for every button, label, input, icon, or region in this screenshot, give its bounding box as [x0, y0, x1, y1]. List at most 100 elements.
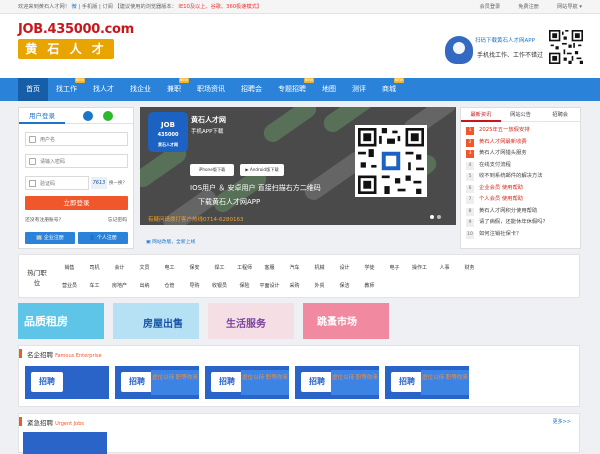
nav-item[interactable]: 招聘会 — [233, 78, 270, 101]
personal-register-button[interactable]: 👤 个人注册 — [78, 232, 128, 244]
username-input[interactable] — [40, 134, 120, 145]
job-category-link[interactable]: 汽车 — [282, 264, 307, 271]
job-category-link[interactable]: 营业员 — [57, 282, 82, 289]
job-category-link[interactable]: 保安 — [182, 264, 207, 271]
news-title: 2025年五一放假安排 — [479, 127, 530, 133]
nav-item[interactable]: 找人才 — [85, 78, 122, 101]
app-download-ad[interactable]: 扫码下载黄石人才网APP 手机找工作、工作不错过 — [445, 28, 585, 68]
job-category-link[interactable]: 导购 — [182, 282, 207, 289]
more-link[interactable]: 更多>> — [553, 418, 571, 425]
free-register-link[interactable]: 免费注册 — [518, 3, 539, 10]
news-item[interactable]: 4 在线支付流程 — [466, 160, 575, 172]
job-category-link[interactable]: 设计 — [332, 264, 357, 271]
site-logo[interactable]: JOB.435000.com 黄 石 人 才 网 — [18, 22, 134, 76]
password-input[interactable] — [40, 156, 120, 167]
job-category-link[interactable]: 工程师 — [232, 264, 257, 271]
job-category-link[interactable]: 文员 — [132, 264, 157, 271]
job-category-link[interactable]: 财务 — [457, 264, 482, 271]
ad-life-service[interactable]: 生活服务 — [208, 303, 294, 339]
job-category-link[interactable]: 操作工 — [407, 264, 432, 271]
nav-item[interactable]: 测评 — [344, 78, 374, 101]
enterprise-banner[interactable]: 招聘 虚位以待 职等你来 — [385, 366, 469, 399]
job-category-link[interactable]: 焊工 — [207, 264, 232, 271]
job-category-link[interactable]: 仓管 — [157, 282, 182, 289]
nav-item[interactable]: 专题招聘 NEW — [270, 78, 314, 101]
enterprise-banner[interactable]: 招聘 虚位以待 职等你来 — [205, 366, 289, 399]
news-item[interactable]: 10 如何注销社保卡？ — [466, 229, 575, 241]
carousel-dot[interactable] — [430, 215, 434, 219]
android-download-button[interactable]: ▶ Android版下载 — [240, 164, 284, 176]
news-item[interactable]: 7 个人会员 使用帮助 — [466, 194, 575, 206]
news-item[interactable]: 3 黄石人才网猎头服务 — [466, 148, 575, 160]
job-category-link[interactable]: 司机 — [82, 264, 107, 271]
job-category-link[interactable]: 电工 — [157, 264, 182, 271]
carousel-dots[interactable] — [430, 215, 441, 219]
recruit-label: 招聘 — [31, 372, 63, 392]
tab-user-login[interactable]: 用户登录 — [19, 108, 65, 124]
site-nav-dropdown[interactable]: 网站导航 ▾ — [557, 3, 582, 10]
job-category-link[interactable]: 外贸 — [307, 282, 332, 289]
job-category-link[interactable]: 会计 — [107, 264, 132, 271]
news-tab[interactable]: 招聘会 — [540, 108, 580, 122]
job-category-link[interactable]: 房地产 — [107, 282, 132, 289]
job-category-link[interactable]: 保洁 — [332, 282, 357, 289]
wechat-login-icon[interactable] — [103, 111, 113, 121]
urgent-jobs-section: 紧急招聘 Urgent Jobs 更多>> — [18, 413, 580, 454]
news-item[interactable]: 2 黄石人才网最新收费 — [466, 137, 575, 149]
news-item[interactable]: 9 请了病假，还能休年休假吗？ — [466, 217, 575, 229]
nav-item[interactable]: 首页 — [18, 78, 48, 101]
news-tab[interactable]: 网站公告 — [501, 108, 541, 122]
login-button[interactable]: 立即登录 — [25, 196, 128, 210]
member-login-link[interactable]: 会员登录 — [479, 3, 500, 10]
captcha-refresh-link[interactable]: 换一换？ — [109, 180, 127, 186]
news-item[interactable]: 1 2025年五一放假安排 — [466, 125, 575, 137]
forgot-password-link[interactable]: 忘记密码 — [108, 216, 127, 223]
news-item[interactable]: 5 收不到系统邮件的解决方法 — [466, 171, 575, 183]
enterprise-banner[interactable]: 招聘 虚位以待 职等你来 — [295, 366, 379, 399]
password-field[interactable] — [25, 154, 128, 168]
ad-rent[interactable]: 品质租房 — [18, 303, 104, 339]
nav-item[interactable]: 找工作 NEW — [48, 78, 85, 101]
job-category-link[interactable]: 出纳 — [132, 282, 157, 289]
captcha-field[interactable] — [25, 176, 89, 190]
wechat-link[interactable]: 微 — [72, 4, 77, 10]
hero-banner[interactable]: JOB 435000 黄石人才网 黄石人才网 手机APP下载 iPhone版下载… — [140, 107, 456, 225]
captcha-image[interactable]: 7613 — [91, 177, 107, 189]
carousel-dot[interactable] — [437, 215, 441, 219]
recruit-slogan: 虚位以待 职等你来 — [241, 370, 289, 395]
job-category-link[interactable]: 保险 — [232, 282, 257, 289]
job-category-link[interactable]: 教师 — [357, 282, 382, 289]
job-category-link[interactable]: 采购 — [282, 282, 307, 289]
iphone-download-button[interactable]: iPhone版下载 — [190, 164, 234, 176]
mobile-link[interactable]: 手机版 — [82, 4, 98, 10]
qq-login-icon[interactable] — [83, 111, 93, 121]
job-category-link[interactable]: 收银员 — [207, 282, 232, 289]
ad-house-sale[interactable]: 房屋出售 — [113, 303, 199, 339]
job-category-link[interactable]: 销售 — [57, 264, 82, 271]
job-category-link[interactable]: 平面设计 — [257, 282, 282, 289]
nav-item[interactable]: 兼职 NEW — [159, 78, 189, 101]
nav-item[interactable]: 地图 — [314, 78, 344, 101]
job-category-link[interactable]: 电子 — [382, 264, 407, 271]
nav-item[interactable]: 找企业 — [122, 78, 159, 101]
job-category-link[interactable]: 人事 — [432, 264, 457, 271]
job-category-link[interactable]: 车工 — [82, 282, 107, 289]
job-category-link[interactable]: 机械 — [307, 264, 332, 271]
enterprise-banner[interactable]: 招聘 虚位以待 职等你来 — [115, 366, 199, 399]
subscribe-link[interactable]: 订阅 — [102, 4, 112, 10]
news-tab[interactable]: 最新资讯 — [461, 108, 501, 122]
username-field[interactable] — [25, 132, 128, 146]
company-register-button[interactable]: 🏢 企业注册 — [25, 232, 75, 244]
urgent-banner[interactable] — [23, 432, 107, 454]
news-item[interactable]: 8 黄石人才网积分使用帮助 — [466, 206, 575, 218]
nav-item[interactable]: 职场资讯 — [189, 78, 233, 101]
captcha-input[interactable] — [40, 178, 86, 189]
news-item[interactable]: 6 企业会员 使用帮助 — [466, 183, 575, 195]
news-title: 个人会员 使用帮助 — [479, 196, 524, 202]
enterprise-banner[interactable]: 招聘 — [25, 366, 109, 399]
ad-flea-market[interactable]: 跳蚤市场 — [303, 303, 389, 339]
job-category-link[interactable]: 学徒 — [357, 264, 382, 271]
job-category-link[interactable]: 客服 — [257, 264, 282, 271]
site-update-link[interactable]: ▣ 网站改版，全新上线 — [146, 238, 195, 245]
nav-item[interactable]: 商城 NEW — [374, 78, 404, 101]
